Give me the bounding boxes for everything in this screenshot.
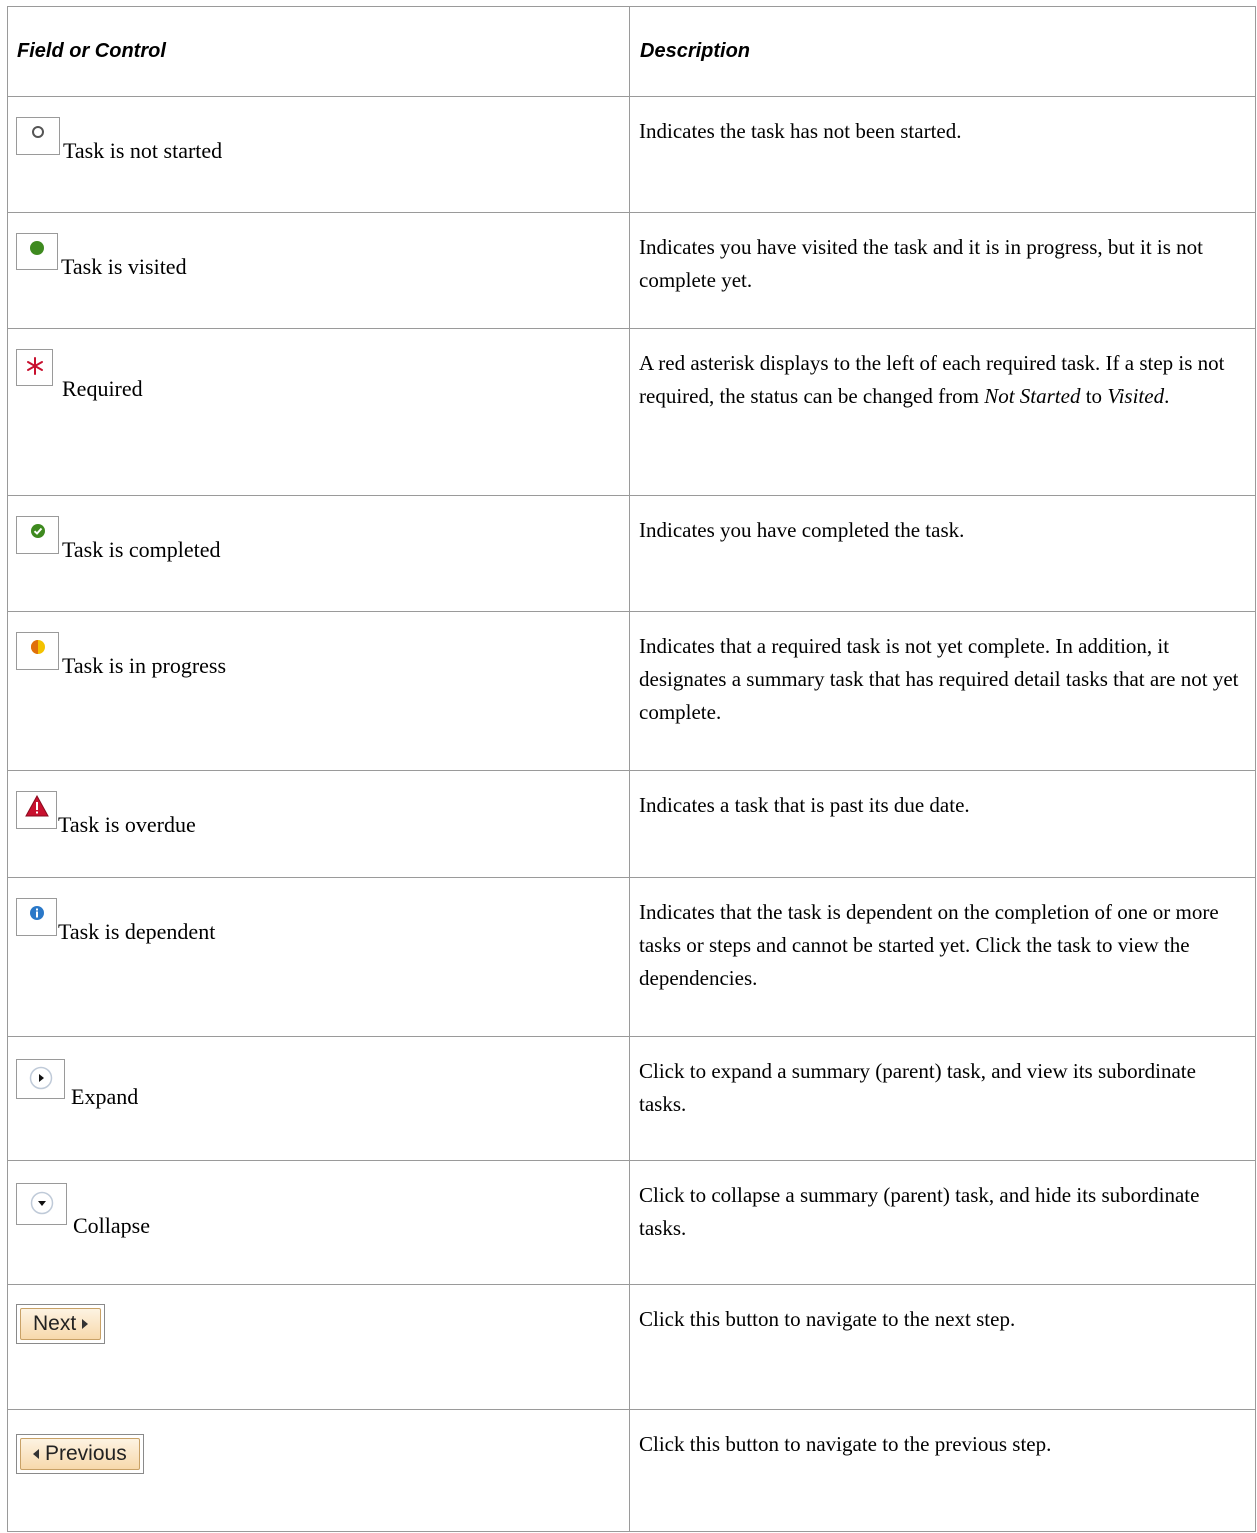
status-icon-box xyxy=(16,898,57,936)
circle-outline-icon xyxy=(32,126,44,138)
table-row: Task is dependent Indicates that the tas… xyxy=(7,877,1256,1037)
table-row: Previous Click this button to navigate t… xyxy=(7,1409,1256,1532)
description-text: Indicates you have visited the task and … xyxy=(639,235,1203,292)
field-label: Expand xyxy=(71,1084,139,1109)
field-label: Required xyxy=(62,376,143,401)
status-icon-box xyxy=(16,349,53,386)
next-button-frame: Next xyxy=(16,1304,106,1344)
description-text: Indicates that a required task is not ye… xyxy=(639,634,1239,724)
table-row: Task is in progress Indicates that a req… xyxy=(7,611,1256,771)
field-description-table: Field or Control Description Task is not… xyxy=(7,6,1256,1532)
table-row: Task is not started Indicates the task h… xyxy=(7,96,1256,213)
description-column-header: Description xyxy=(629,6,1256,97)
field-label: Task is overdue xyxy=(58,812,196,837)
status-icon-box xyxy=(16,1059,65,1099)
field-label: Task is completed xyxy=(62,537,221,562)
green-dot-icon xyxy=(30,241,44,255)
table-row: Required A red asterisk displays to the … xyxy=(7,328,1256,496)
red-asterisk-icon xyxy=(26,357,43,375)
description-text: Click this button to navigate to the pre… xyxy=(639,1432,1052,1456)
description-text: Click to collapse a summary (parent) tas… xyxy=(639,1183,1200,1240)
next-button[interactable]: Next xyxy=(20,1308,102,1340)
status-icon-box xyxy=(16,632,59,670)
next-button-label: Next xyxy=(33,1312,77,1335)
status-icon-box xyxy=(16,516,59,554)
field-column-header: Field or Control xyxy=(7,6,630,97)
half-circle-icon xyxy=(30,640,45,654)
collapse-icon xyxy=(30,1191,53,1215)
warning-triangle-icon xyxy=(24,795,49,817)
table-row: Task is visited Indicates you have visit… xyxy=(7,212,1256,329)
triangle-right-icon xyxy=(82,1319,89,1329)
status-icon-box xyxy=(16,233,58,270)
description-text: Indicates a task that is past its due da… xyxy=(639,793,970,817)
field-label: Task is in progress xyxy=(62,653,227,678)
description-text: Indicates you have completed the task. xyxy=(639,518,965,542)
description-text: Indicates that the task is dependent on … xyxy=(639,900,1219,990)
description-text: Click this button to navigate to the nex… xyxy=(639,1307,1016,1331)
description-text: Indicates the task has not been started. xyxy=(639,119,962,143)
previous-button[interactable]: Previous xyxy=(20,1438,140,1470)
table-row: Expand Click to expand a summary (parent… xyxy=(7,1036,1256,1161)
description-text: A red asterisk displays to the left of e… xyxy=(639,351,1225,408)
expand-icon xyxy=(29,1066,52,1090)
field-label: Collapse xyxy=(73,1213,150,1238)
field-label: Task is not started xyxy=(63,138,223,163)
field-label: Task is visited xyxy=(61,254,187,279)
status-icon-box xyxy=(16,1183,67,1225)
check-circle-icon xyxy=(30,524,45,538)
table-header-row: Field or Control Description xyxy=(7,6,1256,97)
triangle-left-icon xyxy=(33,1449,39,1459)
table-row: Collapse Click to collapse a summary (pa… xyxy=(7,1160,1256,1285)
table-row: Task is overdue Indicates a task that is… xyxy=(7,770,1256,878)
description-text: Click to expand a summary (parent) task,… xyxy=(639,1059,1196,1116)
previous-button-frame: Previous xyxy=(16,1434,144,1474)
status-icon-box xyxy=(16,117,60,155)
field-label: Task is dependent xyxy=(58,919,216,944)
status-icon-box xyxy=(16,791,57,829)
previous-button-label: Previous xyxy=(45,1442,127,1465)
info-circle-icon xyxy=(29,906,44,920)
table-row: Task is completed Indicates you have com… xyxy=(7,495,1256,612)
table-row: Next Click this button to navigate to th… xyxy=(7,1284,1256,1410)
